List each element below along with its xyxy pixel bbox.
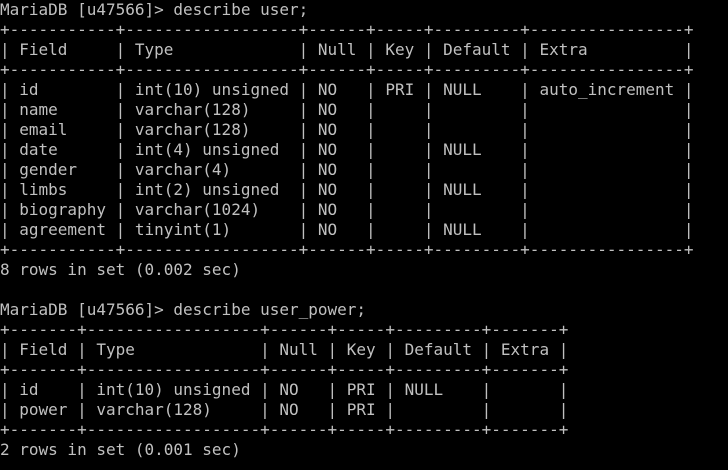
table-border: +-----------+------------------+------+-… bbox=[0, 60, 694, 79]
table-row: | limbs | int(2) unsigned | NO | | NULL … bbox=[0, 180, 694, 199]
table-row: | power | varchar(128) | NO | PRI | | | bbox=[0, 400, 569, 419]
prompt-line: MariaDB [u47566]> describe user_power; bbox=[0, 300, 367, 319]
table-row: | id | int(10) unsigned | NO | PRI | NUL… bbox=[0, 80, 694, 99]
table-row: | date | int(4) unsigned | NO | | NULL |… bbox=[0, 140, 694, 159]
table-border: +-------+------------------+------+-----… bbox=[0, 320, 569, 339]
table-row: | gender | varchar(4) | NO | | | | bbox=[0, 160, 694, 179]
table-row: | name | varchar(128) | NO | | | | bbox=[0, 100, 694, 119]
result-summary: 8 rows in set (0.002 sec) bbox=[0, 260, 241, 279]
result-summary: 2 rows in set (0.001 sec) bbox=[0, 440, 241, 459]
table-header-row: | Field | Type | Null | Key | Default | … bbox=[0, 40, 694, 59]
table-border: +-------+------------------+------+-----… bbox=[0, 420, 569, 439]
table-border: +-----------+------------------+------+-… bbox=[0, 240, 694, 259]
table-row: | biography | varchar(1024) | NO | | | | bbox=[0, 200, 694, 219]
table-border: +-------+------------------+------+-----… bbox=[0, 360, 569, 379]
table-header-row: | Field | Type | Null | Key | Default | … bbox=[0, 340, 569, 359]
prompt-line: MariaDB [u47566]> describe user; bbox=[0, 0, 309, 19]
table-row: | email | varchar(128) | NO | | | | bbox=[0, 120, 694, 139]
table-row: | id | int(10) unsigned | NO | PRI | NUL… bbox=[0, 380, 569, 399]
table-border: +-----------+------------------+------+-… bbox=[0, 20, 694, 39]
terminal-window[interactable]: MariaDB [u47566]> describe user; +------… bbox=[0, 0, 728, 470]
table-row: | agreement | tinyint(1) | NO | | NULL |… bbox=[0, 220, 694, 239]
